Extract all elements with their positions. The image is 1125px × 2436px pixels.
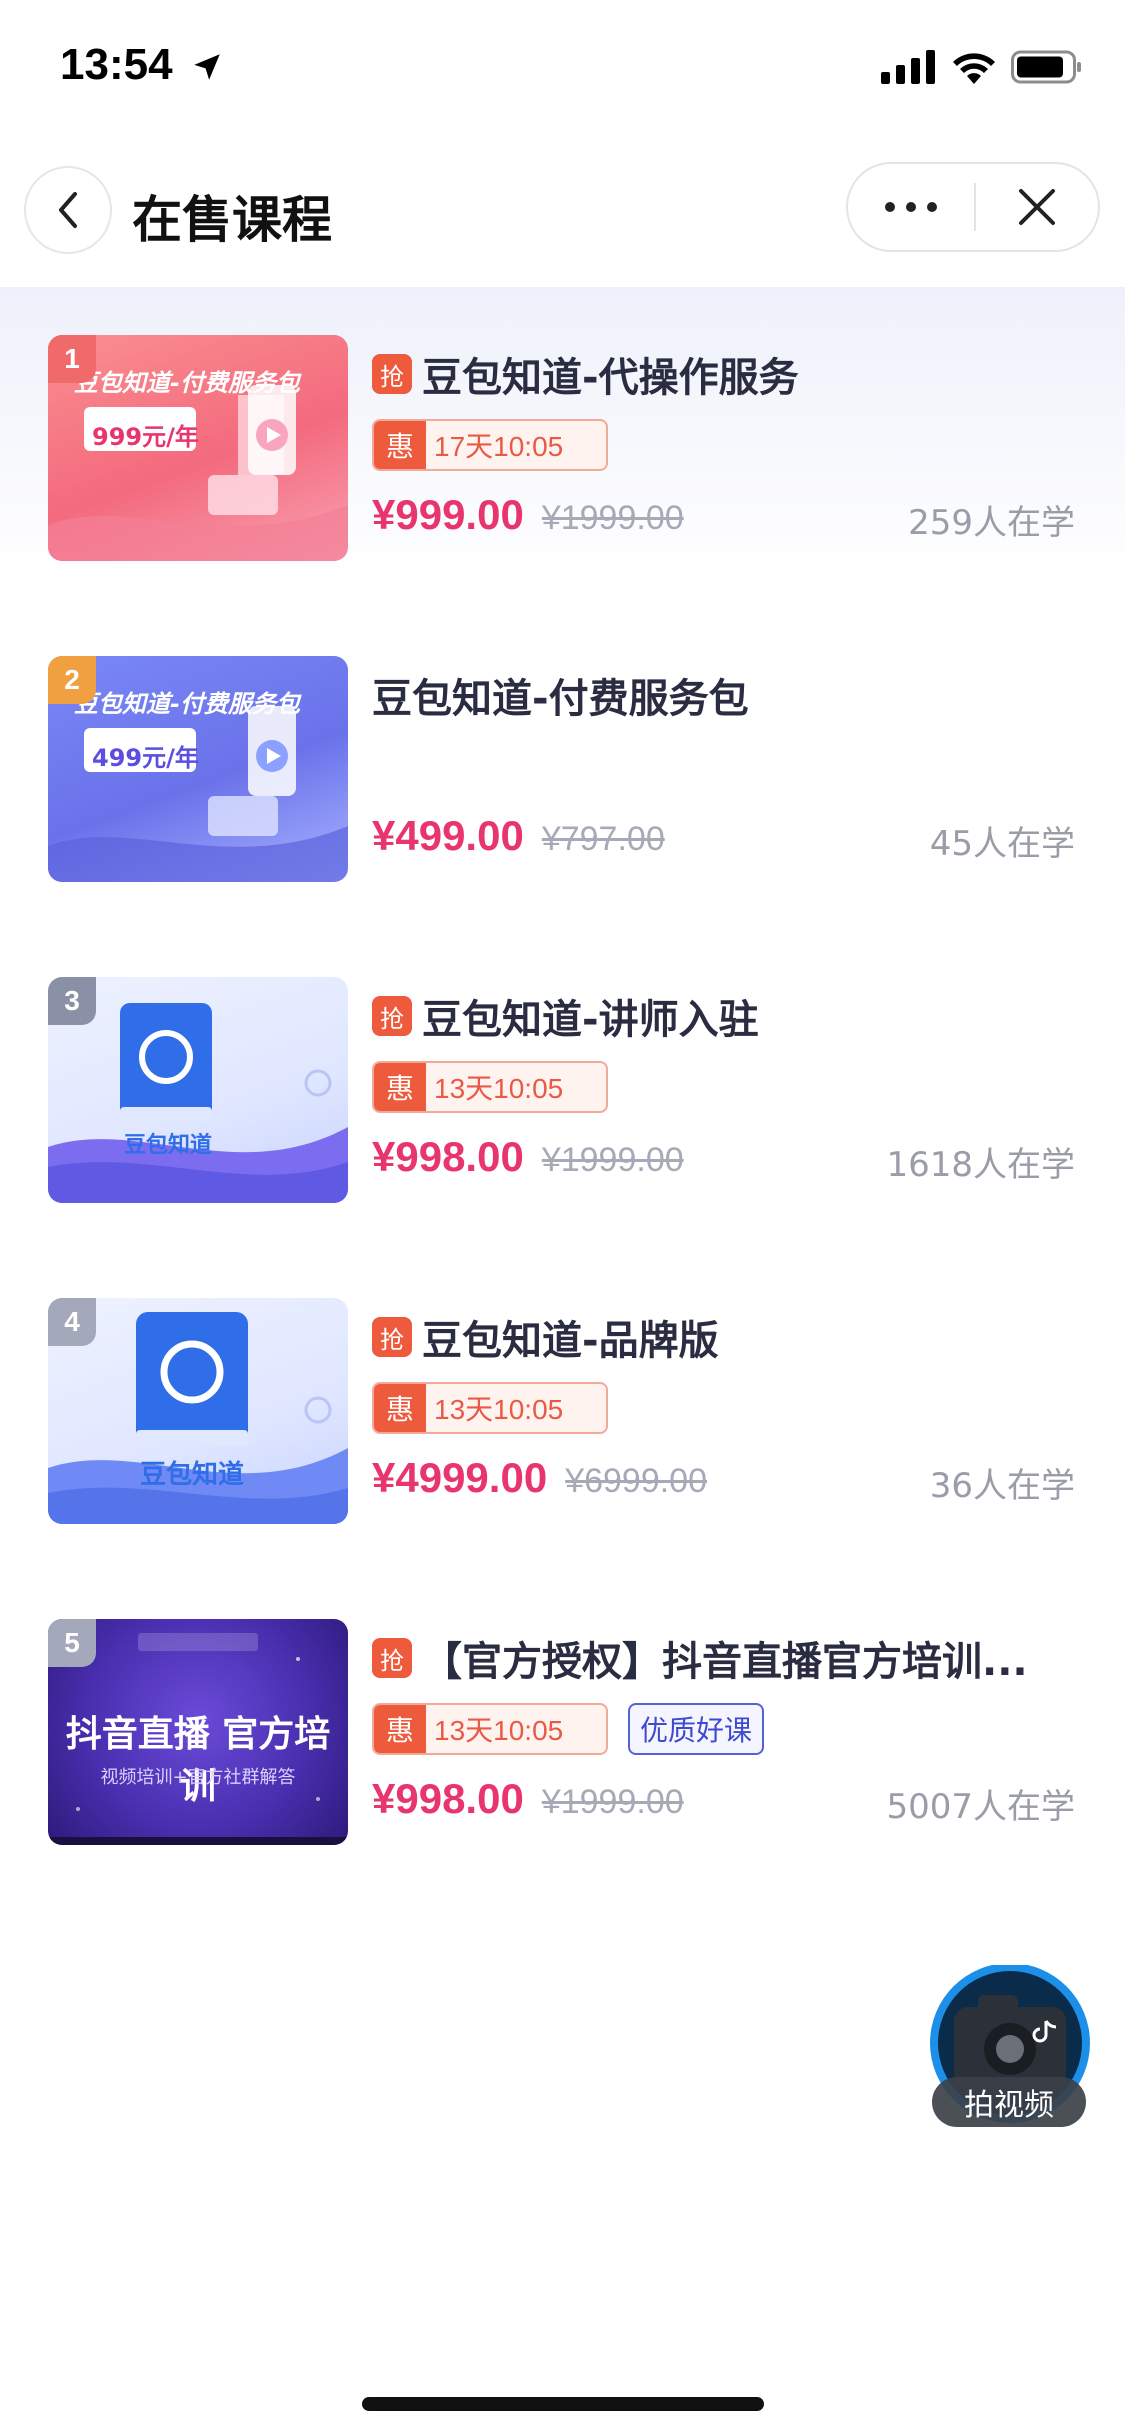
back-button[interactable] xyxy=(24,166,112,254)
wifi-icon xyxy=(953,53,995,84)
countdown-text: 17天10:05 xyxy=(434,431,564,462)
thumbnail-price: 999元/年 xyxy=(92,423,199,451)
countdown-text: 13天10:05 xyxy=(434,1394,564,1425)
thumbnail-title: 豆包知道-付费服务包 xyxy=(74,690,300,718)
fab-label: 拍视频 xyxy=(932,2077,1086,2127)
learner-count: 1618人在学 xyxy=(886,1145,1075,1185)
tag-row: 惠 13天10:05 xyxy=(372,1382,608,1434)
current-price: ¥998.00 xyxy=(372,1133,524,1180)
course-thumbnail: 抖音直播 官方培训 视频培训+官方社群解答 5 xyxy=(48,1619,348,1845)
course-item[interactable]: 豆包知道 4 抢 豆包知道-品牌版 惠 13天10:05 ¥4999.00 ¥6… xyxy=(0,1298,1125,1528)
tag-row: 惠 13天10:05 优质好课 xyxy=(372,1703,765,1755)
price-row: ¥499.00 ¥797.00 xyxy=(372,812,665,860)
tag-row: 惠 17天10:05 xyxy=(372,419,608,471)
nav-bar: 在售课程 xyxy=(0,150,1125,285)
rush-tag: 抢 xyxy=(372,354,412,394)
location-arrow-icon xyxy=(194,54,220,80)
rush-tag: 抢 xyxy=(372,1638,412,1678)
thumbnail-price: 499元/年 xyxy=(92,744,199,772)
discount-mark: 惠 xyxy=(374,1063,426,1111)
tag-row: 惠 13天10:05 xyxy=(372,1061,608,1113)
shoot-video-button[interactable]: 拍视频 xyxy=(928,1963,1093,2135)
close-icon xyxy=(1019,189,1055,225)
rank-badge: 3 xyxy=(48,977,96,1025)
rank-badge: 2 xyxy=(48,656,96,704)
current-price: ¥999.00 xyxy=(372,491,524,538)
home-indicator xyxy=(362,2397,764,2411)
course-item[interactable]: 豆包知道-付费服务包 999元/年 1 抢 豆包知道-代操作服务 惠 17天10… xyxy=(0,335,1125,565)
course-item[interactable]: 豆包知道-付费服务包 499元/年 2 豆包知道-付费服务包 ¥499.00 ¥… xyxy=(0,656,1125,886)
status-time: 13:54 xyxy=(60,40,173,89)
course-title-row: 抢 豆包知道-讲师入驻 xyxy=(372,987,1092,1045)
thumbnail-brand: 豆包知道 xyxy=(140,1460,245,1490)
chevron-left-icon xyxy=(59,192,77,228)
discount-countdown: 惠 17天10:05 xyxy=(372,419,608,471)
page-title: 在售课程 xyxy=(132,191,332,249)
discount-mark: 惠 xyxy=(374,1384,426,1432)
quality-badge: 优质好课 xyxy=(628,1703,765,1755)
more-button[interactable] xyxy=(848,164,974,250)
course-title-row: 抢 豆包知道-代操作服务 xyxy=(372,345,1092,403)
rank-badge: 5 xyxy=(48,1619,96,1667)
more-dots-icon xyxy=(885,202,937,212)
course-title: 【官方授权】抖音直播官方培训... xyxy=(422,1639,1028,1685)
original-price: ¥1999.00 xyxy=(541,1141,684,1179)
original-price: ¥797.00 xyxy=(541,820,665,858)
original-price: ¥6999.00 xyxy=(565,1462,707,1500)
discount-countdown: 惠 13天10:05 xyxy=(372,1061,608,1113)
current-price: ¥998.00 xyxy=(372,1775,524,1822)
discount-mark: 惠 xyxy=(374,1705,426,1753)
learner-count: 36人在学 xyxy=(929,1466,1075,1506)
learner-count: 5007人在学 xyxy=(886,1787,1075,1827)
original-price: ¥1999.00 xyxy=(541,499,684,537)
course-thumbnail: 豆包知道 3 xyxy=(48,977,348,1203)
rank-badge: 4 xyxy=(48,1298,96,1346)
course-title: 豆包知道-代操作服务 xyxy=(422,355,799,401)
discount-countdown: 惠 13天10:05 xyxy=(372,1382,608,1434)
signal-icon xyxy=(881,50,935,84)
current-price: ¥4999.00 xyxy=(372,1454,548,1501)
course-title: 豆包知道-品牌版 xyxy=(422,1318,719,1364)
thumbnail-brand: 豆包知道 xyxy=(124,1133,213,1158)
course-title-row: 抢 【官方授权】抖音直播官方培训... xyxy=(372,1629,1092,1687)
rank-badge: 1 xyxy=(48,335,96,383)
countdown-text: 13天10:05 xyxy=(434,1073,564,1104)
thumbnail-title: 豆包知道-付费服务包 xyxy=(74,369,300,397)
thumbnail-subtitle: 视频培训+官方社群解答 xyxy=(100,1767,296,1788)
close-button[interactable] xyxy=(976,164,1098,250)
price-row: ¥998.00 ¥1999.00 xyxy=(372,1775,684,1823)
course-title: 豆包知道-讲师入驻 xyxy=(422,997,759,1043)
learner-count: 45人在学 xyxy=(929,824,1075,864)
countdown-text: 13天10:05 xyxy=(434,1715,564,1746)
course-item[interactable]: 豆包知道 3 抢 豆包知道-讲师入驻 惠 13天10:05 ¥998.00 ¥1… xyxy=(0,977,1125,1207)
course-item[interactable]: 抖音直播 官方培训 视频培训+官方社群解答 5 抢 【官方授权】抖音直播官方培训… xyxy=(0,1619,1125,1849)
price-row: ¥4999.00 ¥6999.00 xyxy=(372,1454,707,1502)
current-price: ¥499.00 xyxy=(372,812,524,859)
discount-countdown: 惠 13天10:05 xyxy=(372,1703,608,1755)
miniapp-capsule xyxy=(846,162,1100,252)
status-bar: 13:54 xyxy=(0,0,1125,140)
course-title-row: 豆包知道-付费服务包 xyxy=(372,666,1092,724)
original-price: ¥1999.00 xyxy=(541,1783,684,1821)
course-title-row: 抢 豆包知道-品牌版 xyxy=(372,1308,1092,1366)
price-row: ¥998.00 ¥1999.00 xyxy=(372,1133,684,1181)
course-title: 豆包知道-付费服务包 xyxy=(372,676,749,722)
thumbnail-title: 抖音直播 官方培训 xyxy=(65,1714,331,1807)
battery-icon xyxy=(1011,50,1081,84)
course-thumbnail: 豆包知道-付费服务包 999元/年 1 xyxy=(48,335,348,561)
rush-tag: 抢 xyxy=(372,1317,412,1357)
learner-count: 259人在学 xyxy=(908,503,1075,543)
discount-mark: 惠 xyxy=(374,421,426,469)
rush-tag: 抢 xyxy=(372,996,412,1036)
course-thumbnail: 豆包知道 4 xyxy=(48,1298,348,1524)
course-thumbnail: 豆包知道-付费服务包 499元/年 2 xyxy=(48,656,348,882)
price-row: ¥999.00 ¥1999.00 xyxy=(372,491,684,539)
